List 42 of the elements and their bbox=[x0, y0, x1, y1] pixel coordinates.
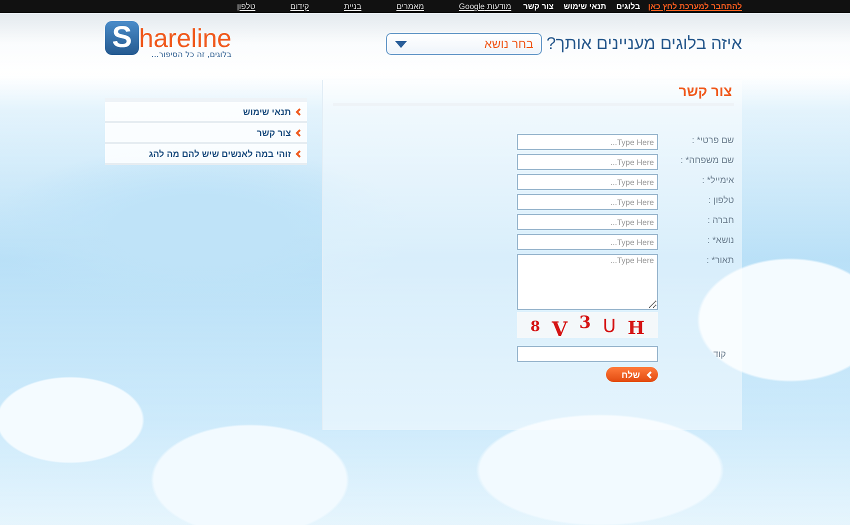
sidebar-link-label: זוהי במה לאנשים שיש להם מה להג bbox=[148, 149, 291, 159]
text-field[interactable]: ...Type Here bbox=[517, 154, 658, 170]
nav-link[interactable]: קידום bbox=[290, 2, 309, 11]
nav-link[interactable]: להתחבר למערכת לחץ כאן bbox=[648, 2, 742, 11]
captcha-image: 8 V 3 U H bbox=[517, 312, 658, 338]
field-label: קוד bbox=[712, 348, 727, 360]
nav-link[interactable]: טלפון bbox=[236, 2, 256, 11]
logo-tagline: בלוגים, זה כל הסיפור... bbox=[151, 50, 232, 59]
topic-question: איזה בלוגים מעניינים אותך? bbox=[546, 34, 742, 54]
nav-link[interactable]: תנאי שימוש bbox=[564, 2, 606, 11]
text-area[interactable]: ...Type Here bbox=[517, 254, 658, 310]
text-field[interactable]: ...Type Here bbox=[517, 174, 658, 190]
text-field[interactable]: ...Type Here bbox=[517, 214, 658, 230]
field-label: אימייל* : bbox=[701, 174, 734, 186]
sidebar-link[interactable]: תנאי שימוש bbox=[105, 102, 307, 123]
sidebar-link-label: תנאי שימוש bbox=[243, 107, 291, 117]
caret-icon bbox=[395, 40, 408, 48]
chevron-icon bbox=[295, 108, 301, 116]
field-label: נושא* : bbox=[706, 234, 734, 246]
nav-link[interactable]: צור קשר bbox=[523, 2, 554, 11]
logo-mark: S bbox=[105, 21, 139, 55]
nav-link[interactable]: מודעות Google bbox=[458, 2, 512, 11]
field-label: תאור* : bbox=[705, 254, 734, 266]
field-label: שם פרטי* : bbox=[690, 134, 734, 146]
chevron-icon bbox=[646, 370, 652, 378]
page-title: צור קשר bbox=[333, 80, 734, 106]
field-label: טלפון : bbox=[707, 194, 734, 206]
sidebar-link[interactable]: צור קשר bbox=[105, 123, 307, 144]
sidebar-link-label: צור קשר bbox=[256, 128, 291, 138]
nav-link[interactable]: בניית bbox=[344, 2, 362, 11]
logo-wordmark: hareline bbox=[139, 25, 232, 51]
text-field[interactable]: ...Type Here bbox=[517, 134, 658, 150]
nav-link[interactable]: בלוגים bbox=[616, 2, 640, 11]
chevron-icon bbox=[295, 150, 301, 158]
code-field[interactable] bbox=[517, 346, 658, 362]
field-label: שם משפחה* : bbox=[680, 154, 734, 166]
text-field[interactable]: ...Type Here bbox=[517, 194, 658, 210]
nav-link[interactable]: מאמרים bbox=[396, 2, 424, 11]
field-label: חברה : bbox=[706, 214, 734, 226]
sidebar-link[interactable]: זוהי במה לאנשים שיש להם מה להג bbox=[105, 144, 307, 165]
text-field[interactable]: ...Type Here bbox=[517, 234, 658, 250]
chevron-icon bbox=[295, 129, 301, 137]
